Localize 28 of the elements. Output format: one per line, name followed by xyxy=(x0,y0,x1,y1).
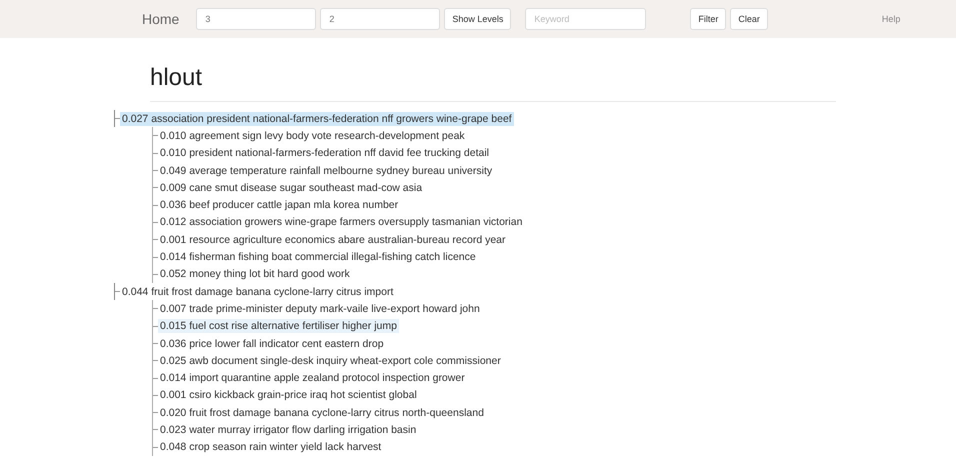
tree-node[interactable]: 0.025 awb document single-desk inquiry wheat-export cole commissioner xyxy=(158,354,503,368)
tree-node[interactable]: 0.010 agreement sign levy body vote research-development peak xyxy=(158,128,467,143)
tree-node[interactable]: 0.049 average temperature rainfall melbourne sydney bureau university xyxy=(158,164,494,178)
tree-node[interactable]: 0.036 beef producer cattle japan mla korea number xyxy=(158,198,400,212)
page-title: hlout xyxy=(150,63,204,93)
tree-node[interactable]: 0.012 association growers wine-grape farmers oversupply tasmanian victorian xyxy=(158,215,524,230)
tree-node[interactable]: 0.027 association president national-farmers-federation nff growers wine-grape beef xyxy=(120,112,514,126)
tree-node[interactable]: 0.007 trade prime-minister deputy mark-vaile live-export howard john xyxy=(158,302,482,316)
tree-node[interactable]: 0.014 import quarantine apple zealand protocol inspection grower xyxy=(158,371,467,386)
level-field[interactable]: 3 xyxy=(196,8,316,30)
tree-node[interactable]: 0.036 price lower fall indicator cent eastern drop xyxy=(158,336,386,350)
tree-node[interactable]: 0.023 water murray irrigator flow darling irrigation basin xyxy=(158,422,418,437)
tree-node[interactable]: 0.020 fruit frost damage banana cyclone-larry citrus north-queensland xyxy=(158,406,486,420)
tree-node[interactable]: 0.010 president national-farmers-federation nff david fee trucking detail xyxy=(158,146,492,160)
home-link[interactable]: Home xyxy=(142,11,180,27)
tree-node[interactable]: 0.001 resource agriculture economics abare australian-bureau record year xyxy=(158,232,508,247)
clear-button[interactable]: Clear xyxy=(730,8,768,30)
tree-node[interactable]: 0.044 fruit frost damage banana cyclone-larry citrus import xyxy=(120,284,396,299)
tree-node[interactable]: 0.052 money thing lot bit hard good work xyxy=(158,267,352,282)
keyword-field[interactable]: Keyword xyxy=(525,8,646,30)
tree-node[interactable]: 0.009 cane smut disease sugar southeast mad-cow asia xyxy=(158,180,424,195)
show-levels-button[interactable]: Show Levels xyxy=(444,8,512,30)
tree-node[interactable]: 0.001 csiro kickback grain-price iraq hot scientist global xyxy=(158,388,419,402)
tree-node[interactable]: 0.048 crop season rain winter yield lack harvest xyxy=(158,440,384,454)
filter-button[interactable]: Filter xyxy=(690,8,726,30)
tree-node[interactable]: 0.014 fisherman fishing boat commercial illegal-fishing catch licence xyxy=(158,250,478,264)
tree-node[interactable]: 0.015 fuel cost rise alternative fertiliser higher jump xyxy=(158,319,399,334)
level-field[interactable]: 2 xyxy=(320,8,440,30)
